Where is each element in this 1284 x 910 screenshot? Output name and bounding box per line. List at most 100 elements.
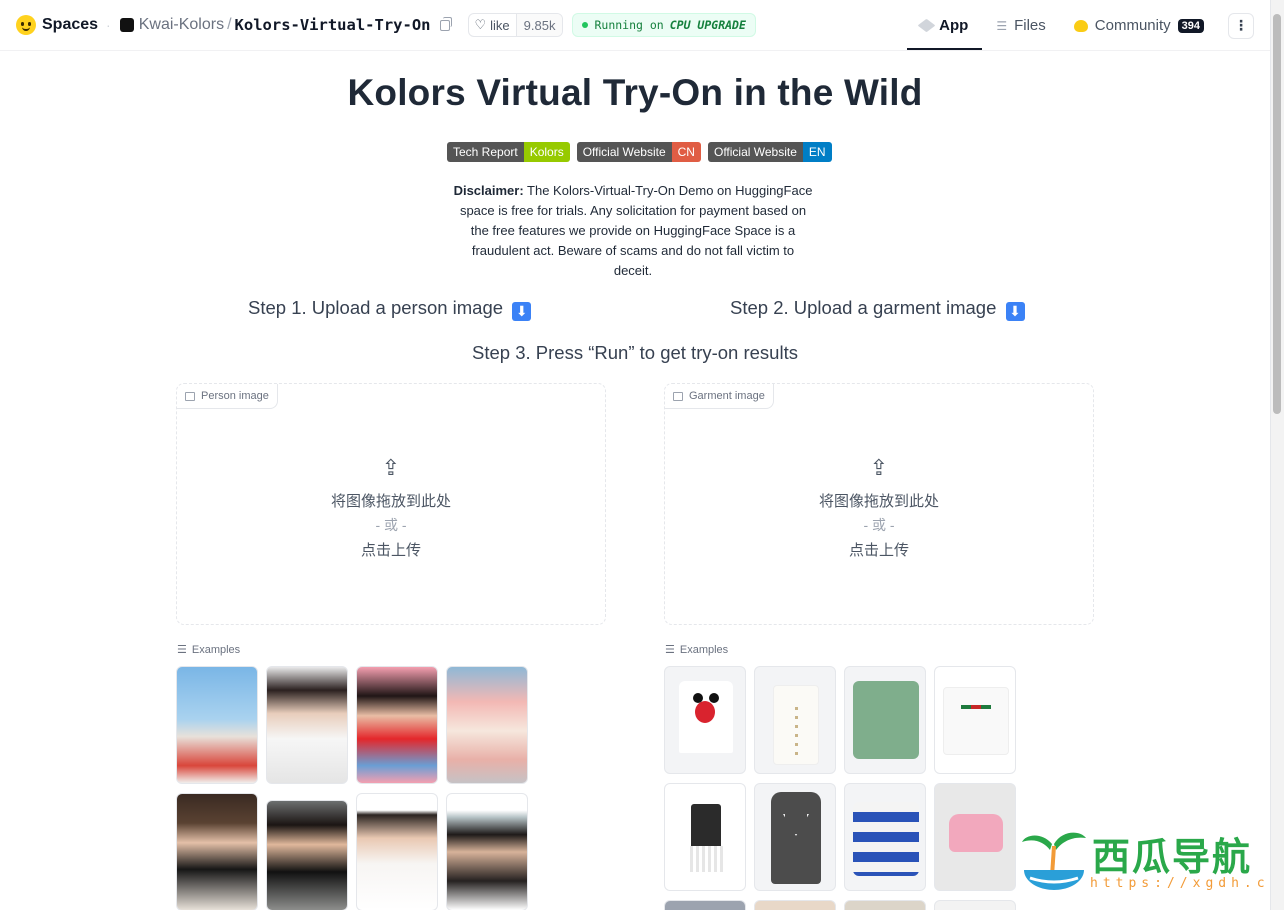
separator-dot: · — [106, 17, 111, 33]
step-2-heading: Step 2. Upload a garment image ⬇ — [730, 297, 1025, 321]
watermark-text: 西瓜导航 — [1092, 835, 1253, 879]
garment-example-thumbnail[interactable] — [664, 666, 746, 774]
tab-app[interactable]: App — [907, 0, 983, 51]
badge-value: Kolors — [523, 142, 570, 162]
image-icon — [673, 391, 683, 401]
disclaimer-label: Disclaimer: — [453, 183, 524, 198]
badge-key: Tech Report — [447, 142, 524, 162]
person-example-thumbnail[interactable] — [446, 793, 528, 910]
page-title: Kolors Virtual Try-On in the Wild — [347, 72, 923, 113]
garment-image-uploader[interactable]: Garment image ⇪ 将图像拖放到此处 - 或 - 点击上传 — [664, 383, 1094, 625]
down-arrow-icon: ⬇ — [512, 302, 532, 321]
status-badge[interactable]: Running on CPU UPGRADE — [572, 13, 756, 37]
watermark-url: https://xgdh.cn — [1090, 876, 1283, 891]
person-example-thumbnail[interactable] — [176, 793, 258, 910]
official-website-en-badge[interactable]: Official Website EN — [707, 142, 832, 162]
tab-community[interactable]: Community 394 — [1060, 0, 1218, 51]
tech-report-badge[interactable]: Tech Report Kolors — [447, 142, 570, 162]
like-button[interactable]: ♡ like 9.85k — [467, 13, 564, 37]
list-icon: ☰ — [665, 644, 675, 656]
page: { "header": { "brand": "Spaces", "org": … — [0, 0, 1284, 910]
scrollbar-thumb[interactable] — [1273, 14, 1281, 414]
person-image-uploader[interactable]: Person image ⇪ 将图像拖放到此处 - 或 - 点击上传 — [176, 383, 606, 625]
person-example-thumbnail[interactable] — [356, 793, 438, 910]
tab-files-label: Files — [1014, 17, 1046, 34]
badge-value: EN — [802, 142, 832, 162]
dropzone[interactable]: ⇪ 将图像拖放到此处 - 或 - 点击上传 — [665, 456, 1093, 560]
drop-text: 将图像拖放到此处 — [818, 493, 939, 510]
upload-icon: ⇪ — [381, 455, 401, 480]
community-count-badge: 394 — [1177, 18, 1204, 33]
page-scrollbar[interactable] — [1270, 0, 1284, 910]
drop-text: 将图像拖放到此处 — [330, 493, 451, 510]
person-image-label: Person image — [177, 384, 278, 409]
garment-examples-label: ☰ Examples — [665, 643, 728, 657]
click-upload-text: 点击上传 — [360, 542, 421, 559]
garment-example-thumbnail[interactable] — [934, 900, 1016, 910]
space-tabs: App ☰ Files Community 394 ⋮ — [907, 0, 1270, 51]
upload-icon: ⇪ — [869, 455, 889, 480]
spaces-label: Spaces — [42, 16, 99, 33]
badge-value: CN — [671, 142, 701, 162]
watermark-logo: 西瓜导航 https://xgdh.cn — [1020, 826, 1277, 896]
disclaimer: Disclaimer: The Kolors-Virtual-Try-On De… — [452, 181, 814, 281]
garment-example-thumbnail[interactable] — [844, 900, 926, 910]
garment-image-label-text: Garment image — [689, 390, 765, 402]
or-text: - 或 - — [863, 517, 895, 533]
badge-key: Official Website — [707, 142, 803, 162]
step-1-text: Step 1. Upload a person image — [248, 297, 504, 318]
step-2-text: Step 2. Upload a garment image — [730, 297, 997, 318]
person-examples-label: ☰ Examples — [177, 643, 241, 657]
kebab-menu-icon: ⋮ — [1234, 17, 1248, 33]
garment-image-label: Garment image — [665, 384, 774, 409]
tab-community-label: Community — [1094, 17, 1171, 34]
garment-example-thumbnail[interactable] — [844, 666, 926, 774]
garment-example-thumbnail[interactable] — [844, 783, 926, 891]
person-example-thumbnail[interactable] — [446, 666, 528, 784]
step-3-heading: Step 3. Press “Run” to get try-on result… — [0, 342, 1270, 364]
official-website-cn-badge[interactable]: Official Website CN — [576, 142, 701, 162]
step-1-heading: Step 1. Upload a person image ⬇ — [248, 297, 532, 321]
cube-icon — [917, 18, 936, 33]
link-badges: Tech Report Kolors Official Website CN O… — [447, 142, 832, 162]
dropzone[interactable]: ⇪ 将图像拖放到此处 - 或 - 点击上传 — [177, 456, 605, 560]
files-icon: ☰ — [996, 18, 1008, 33]
examples-label-text: Examples — [191, 643, 241, 656]
garment-example-thumbnail[interactable] — [754, 783, 836, 891]
hugging-face-icon — [16, 15, 36, 35]
status-prefix: Running on — [594, 18, 664, 32]
garment-example-thumbnail[interactable] — [934, 783, 1016, 891]
person-image-label-text: Person image — [201, 390, 269, 402]
like-count: 9.85k — [515, 14, 563, 36]
like-label: like — [490, 17, 510, 33]
org-avatar-icon — [119, 18, 134, 32]
repo-name[interactable]: Kolors-Virtual-Try-On — [235, 16, 431, 34]
status-hardware: CPU UPGRADE — [669, 18, 746, 32]
org-link[interactable]: Kwai-Kolors — [139, 16, 224, 34]
person-example-thumbnail[interactable] — [356, 666, 438, 784]
running-dot-icon — [582, 22, 589, 28]
garment-example-thumbnail[interactable] — [934, 666, 1016, 774]
more-options-button[interactable]: ⋮ — [1228, 12, 1254, 39]
badge-key: Official Website — [576, 142, 672, 162]
garment-example-thumbnail[interactable] — [664, 900, 746, 910]
top-navigation-bar: Spaces · Kwai-Kolors / Kolors-Virtual-Tr… — [0, 0, 1270, 51]
click-upload-text: 点击上传 — [848, 542, 909, 559]
person-example-thumbnail[interactable] — [266, 666, 348, 784]
list-icon: ☰ — [177, 644, 187, 656]
garment-example-thumbnail[interactable] — [754, 900, 836, 910]
down-arrow-icon: ⬇ — [1005, 302, 1025, 321]
watermelon-palm-icon — [1022, 832, 1086, 890]
heart-icon: ♡ — [474, 17, 487, 32]
garment-example-thumbnail[interactable] — [754, 666, 836, 774]
image-icon — [185, 391, 195, 401]
path-separator: / — [227, 16, 232, 33]
copy-icon[interactable] — [439, 16, 452, 31]
community-icon — [1073, 19, 1088, 32]
or-text: - 或 - — [375, 517, 407, 533]
person-example-thumbnail[interactable] — [266, 800, 348, 910]
tab-files[interactable]: ☰ Files — [982, 0, 1059, 51]
garment-example-thumbnail[interactable] — [664, 783, 746, 891]
person-example-thumbnail[interactable] — [176, 666, 258, 784]
spaces-logo[interactable]: Spaces — [16, 15, 98, 35]
